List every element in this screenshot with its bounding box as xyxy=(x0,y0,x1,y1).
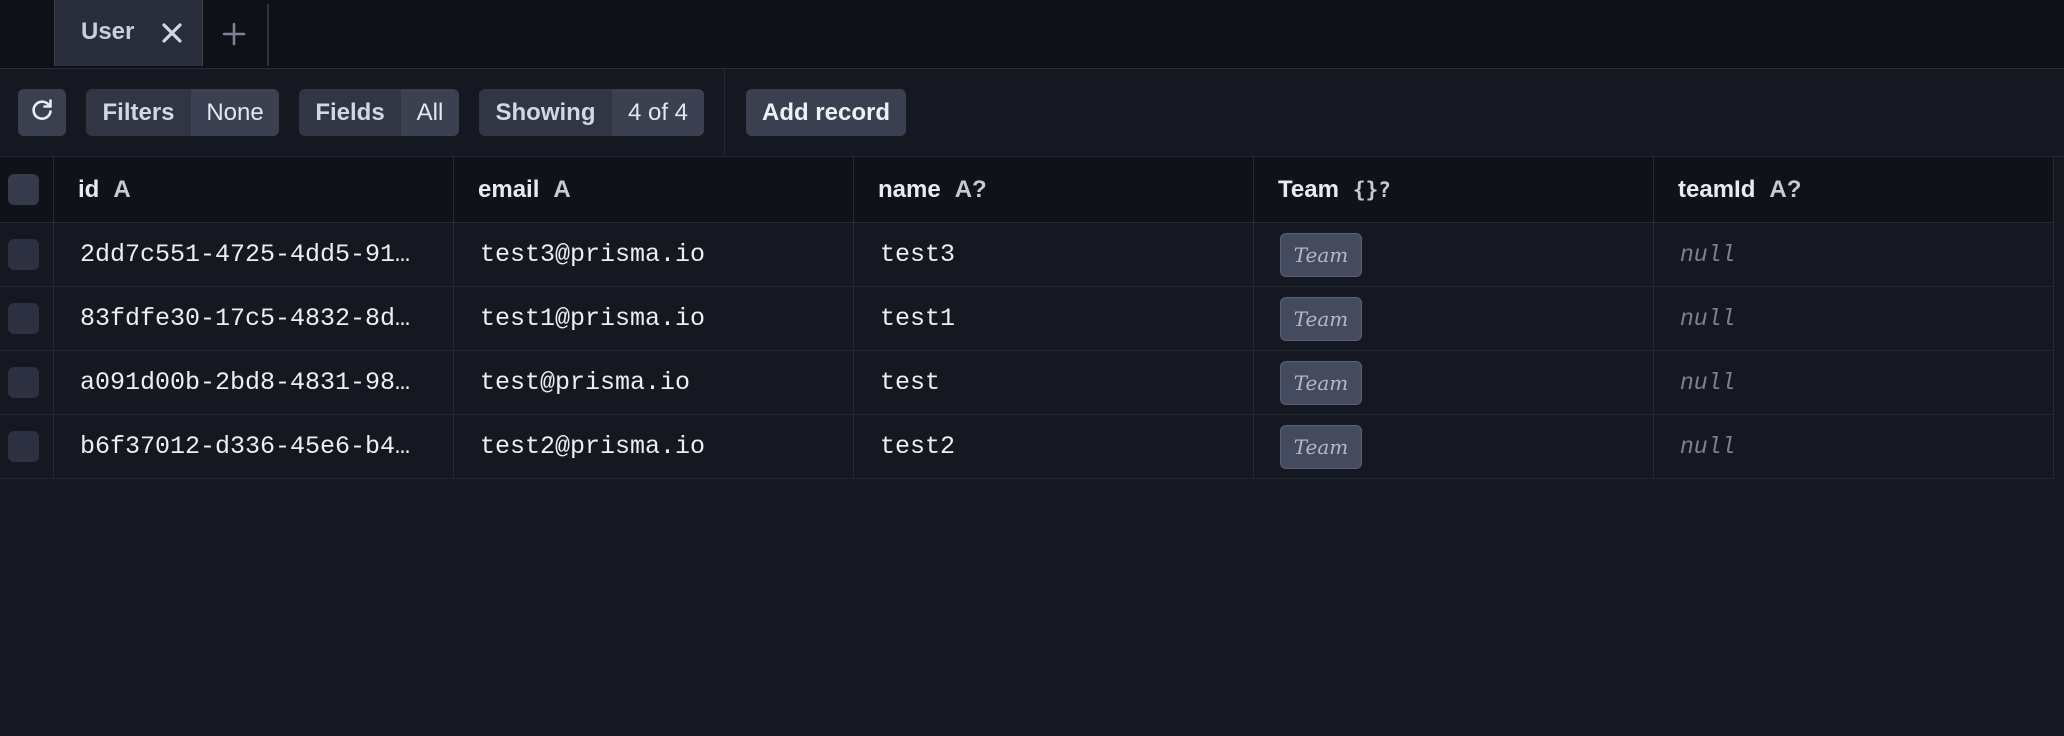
column-header-teamid[interactable]: teamId A? xyxy=(1654,157,2054,222)
tab-divider xyxy=(267,4,269,66)
cell-email[interactable]: test1@prisma.io xyxy=(454,287,854,350)
column-type: A? xyxy=(954,175,987,203)
cell-value: 2dd7c551-4725-4dd5-91… xyxy=(80,240,411,269)
cell-email[interactable]: test2@prisma.io xyxy=(454,415,854,478)
cell-value: 83fdfe30-17c5-4832-8d… xyxy=(80,304,411,333)
cell-value: test xyxy=(880,368,941,397)
cell-value: test3@prisma.io xyxy=(480,240,706,269)
cell-team[interactable]: Team xyxy=(1254,223,1654,286)
null-value: null xyxy=(1680,241,1736,268)
tab-bar: User xyxy=(0,0,2064,69)
filters-value[interactable]: None xyxy=(191,89,279,136)
column-name: teamId xyxy=(1678,175,1756,203)
cell-id[interactable]: 2dd7c551-4725-4dd5-91… xyxy=(54,223,454,286)
select-all-cell xyxy=(0,157,54,222)
cell-name[interactable]: test xyxy=(854,351,1254,414)
row-select-cell xyxy=(0,223,54,286)
table-row[interactable]: 83fdfe30-17c5-4832-8d… test1@prisma.io t… xyxy=(0,287,2054,351)
column-type: {}? xyxy=(1352,177,1391,202)
cell-teamid[interactable]: null xyxy=(1654,415,2054,478)
cell-team[interactable]: Team xyxy=(1254,351,1654,414)
cell-value: test2 xyxy=(880,432,956,461)
toolbar-divider xyxy=(724,69,725,157)
cell-id[interactable]: a091d00b-2bd8-4831-98… xyxy=(54,351,454,414)
table-row[interactable]: a091d00b-2bd8-4831-98… test@prisma.io te… xyxy=(0,351,2054,415)
tab-label: User xyxy=(81,18,135,45)
row-checkbox[interactable] xyxy=(8,239,39,270)
cell-id[interactable]: b6f37012-d336-45e6-b4… xyxy=(54,415,454,478)
row-checkbox[interactable] xyxy=(8,431,39,462)
null-value: null xyxy=(1680,305,1736,332)
add-record-button[interactable]: Add record xyxy=(746,89,906,136)
select-all-checkbox[interactable] xyxy=(8,174,39,205)
cell-teamid[interactable]: null xyxy=(1654,351,2054,414)
cell-email[interactable]: test@prisma.io xyxy=(454,351,854,414)
row-checkbox[interactable] xyxy=(8,303,39,334)
cell-value: test3 xyxy=(880,240,956,269)
cell-value: test@prisma.io xyxy=(480,368,691,397)
filters-label[interactable]: Filters xyxy=(86,89,191,136)
null-value: null xyxy=(1680,369,1736,396)
column-name: name xyxy=(878,175,941,203)
cell-teamid[interactable]: null xyxy=(1654,287,2054,350)
column-header-id[interactable]: id A xyxy=(54,157,454,222)
column-header-team[interactable]: Team {}? xyxy=(1254,157,1654,222)
cell-name[interactable]: test1 xyxy=(854,287,1254,350)
data-table: id A email A name A? Team {}? teamId A? … xyxy=(0,157,2054,479)
showing-label[interactable]: Showing xyxy=(479,89,612,136)
cell-email[interactable]: test3@prisma.io xyxy=(454,223,854,286)
cell-value: b6f37012-d336-45e6-b4… xyxy=(80,432,411,461)
fields-value[interactable]: All xyxy=(401,89,459,136)
cell-value: test1@prisma.io xyxy=(480,304,706,333)
close-icon[interactable] xyxy=(159,18,185,48)
fields-label[interactable]: Fields xyxy=(299,89,401,136)
cell-team[interactable]: Team xyxy=(1254,287,1654,350)
showing-control[interactable]: Showing 4 of 4 xyxy=(479,89,704,136)
showing-value[interactable]: 4 of 4 xyxy=(612,89,704,136)
refresh-button[interactable] xyxy=(18,89,66,136)
relation-chip[interactable]: Team xyxy=(1280,232,1362,277)
row-select-cell xyxy=(0,415,54,478)
null-value: null xyxy=(1680,433,1736,460)
cell-id[interactable]: 83fdfe30-17c5-4832-8d… xyxy=(54,287,454,350)
cell-teamid[interactable]: null xyxy=(1654,223,2054,286)
relation-chip[interactable]: Team xyxy=(1280,296,1362,341)
table-row[interactable]: 2dd7c551-4725-4dd5-91… test3@prisma.io t… xyxy=(0,223,2054,287)
cell-name[interactable]: test2 xyxy=(854,415,1254,478)
column-type: A? xyxy=(1769,175,1802,203)
row-select-cell xyxy=(0,287,54,350)
column-type: A xyxy=(113,175,131,203)
table-row[interactable]: b6f37012-d336-45e6-b4… test2@prisma.io t… xyxy=(0,415,2054,479)
cell-value: test2@prisma.io xyxy=(480,432,706,461)
row-checkbox[interactable] xyxy=(8,367,39,398)
fields-control[interactable]: Fields All xyxy=(299,89,459,136)
cell-name[interactable]: test3 xyxy=(854,223,1254,286)
row-select-cell xyxy=(0,351,54,414)
column-header-name[interactable]: name A? xyxy=(854,157,1254,222)
relation-chip[interactable]: Team xyxy=(1280,424,1362,469)
column-name: Team xyxy=(1278,175,1339,203)
column-name: email xyxy=(478,175,540,203)
cell-value: test1 xyxy=(880,304,956,333)
filters-control[interactable]: Filters None xyxy=(86,89,279,136)
refresh-icon xyxy=(29,97,55,128)
column-type: A xyxy=(553,175,571,203)
table-header: id A email A name A? Team {}? teamId A? xyxy=(0,157,2054,223)
cell-team[interactable]: Team xyxy=(1254,415,1654,478)
plus-icon[interactable] xyxy=(216,14,252,54)
column-name: id xyxy=(78,175,100,203)
column-header-email[interactable]: email A xyxy=(454,157,854,222)
toolbar: Filters None Fields All Showing 4 of 4 A… xyxy=(0,69,2064,157)
tab-user[interactable]: User xyxy=(54,0,203,66)
relation-chip[interactable]: Team xyxy=(1280,360,1362,405)
cell-value: a091d00b-2bd8-4831-98… xyxy=(80,368,411,397)
